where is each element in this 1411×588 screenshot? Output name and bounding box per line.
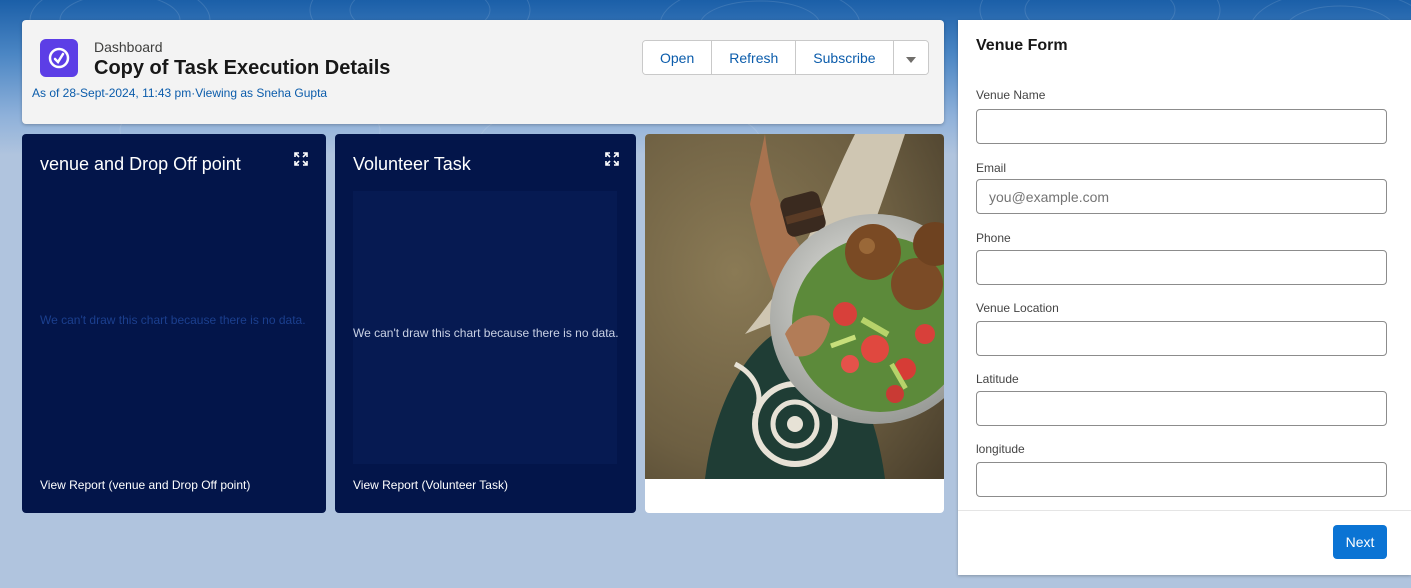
chevron-down-icon	[905, 56, 916, 63]
venue-form: Venue Form Venue Name Email Phone Venue …	[958, 20, 1411, 575]
refresh-button[interactable]: Refresh	[712, 41, 797, 74]
venue-name-input[interactable]	[976, 109, 1387, 144]
venue-location-input[interactable]	[976, 321, 1387, 356]
form-title: Venue Form	[976, 37, 1068, 54]
venue-name-label: Venue Name	[976, 88, 1046, 102]
empty-chart-message: We can't draw this chart because there i…	[353, 326, 619, 340]
expand-icon[interactable]	[294, 152, 308, 166]
next-button[interactable]: Next	[1333, 525, 1387, 559]
header-button-group: Open Refresh Subscribe	[642, 40, 929, 75]
chart-widget-volunteer-task: Volunteer Task We can't draw this chart …	[335, 134, 636, 513]
widget-title: Volunteer Task	[353, 154, 471, 174]
dashboard-icon	[40, 39, 78, 77]
dashboard-header: Dashboard Copy of Task Execution Details…	[22, 20, 944, 124]
widget-title: venue and Drop Off point	[40, 154, 241, 174]
subscribe-button[interactable]: Subscribe	[796, 41, 894, 74]
email-label: Email	[976, 161, 1007, 175]
expand-icon[interactable]	[605, 152, 619, 166]
form-footer-divider	[958, 510, 1411, 511]
latitude-input[interactable]	[976, 391, 1387, 426]
email-input[interactable]	[976, 179, 1387, 214]
latitude-label: Latitude	[976, 372, 1019, 386]
phone-input[interactable]	[976, 250, 1387, 285]
open-button[interactable]: Open	[643, 41, 713, 74]
view-report-link[interactable]: View Report (Volunteer Task)	[353, 478, 508, 492]
phone-label: Phone	[976, 231, 1011, 245]
venue-location-label: Venue Location	[976, 301, 1059, 315]
empty-chart-message: We can't draw this chart because there i…	[40, 313, 306, 327]
page-title: Copy of Task Execution Details	[94, 57, 391, 79]
longitude-input[interactable]	[976, 462, 1387, 497]
view-report-link[interactable]: View Report (venue and Drop Off point)	[40, 478, 250, 492]
longitude-label: longitude	[976, 442, 1025, 456]
header-eyebrow: Dashboard	[94, 39, 163, 55]
chart-widget-venue-drop-off: venue and Drop Off point We can't draw t…	[22, 134, 326, 513]
header-subtitle: As of 28-Sept-2024, 11:43 pm·Viewing as …	[32, 86, 328, 100]
food-bowl-image	[645, 134, 944, 513]
more-actions-button[interactable]	[893, 41, 928, 74]
